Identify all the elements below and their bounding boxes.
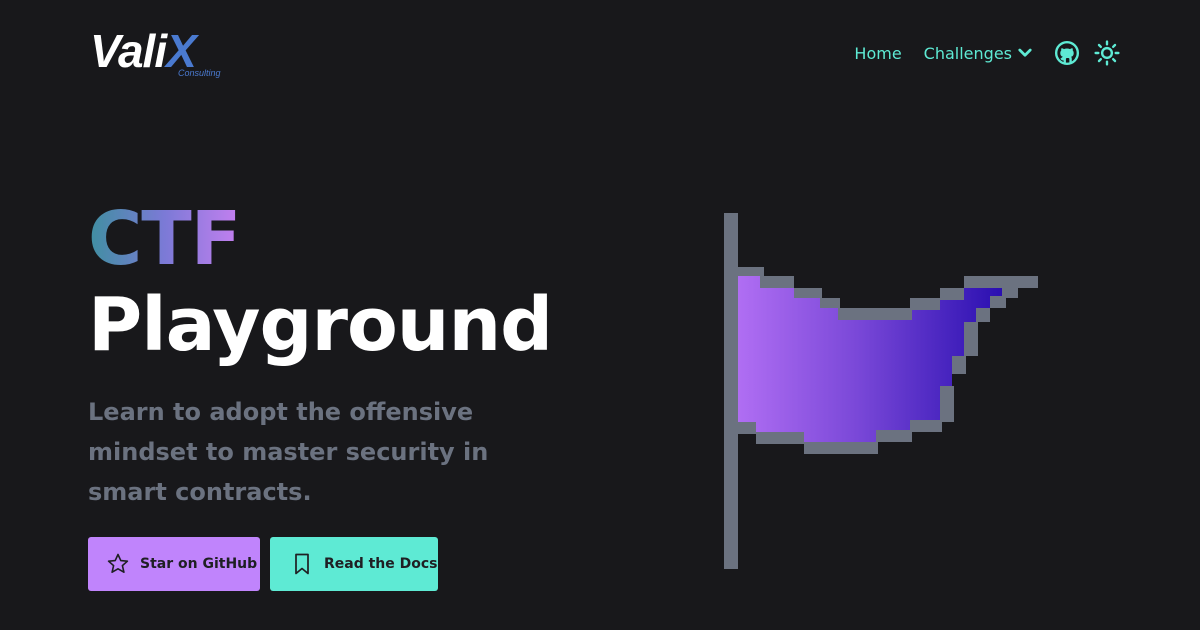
star-icon [107, 553, 129, 573]
github-icon[interactable] [1054, 40, 1080, 66]
read-the-docs-label: Read the Docs [324, 556, 438, 572]
flag-pole [724, 213, 738, 569]
top-nav: Home Challenges [854, 38, 1120, 68]
nav-challenges-label: Challenges [923, 43, 1012, 63]
sun-icon[interactable] [1094, 40, 1120, 66]
hero-title-ctf: CTF [88, 196, 241, 282]
bookmark-icon [295, 553, 309, 575]
nav-challenges-dropdown[interactable]: Challenges [924, 44, 1034, 63]
landing-page: ValiX Consulting Home Challenges CTF Pla… [0, 0, 1200, 630]
hero-subtitle: Learn to adopt the offensive mindset to … [88, 398, 489, 506]
read-the-docs-button[interactable]: Read the Docs [270, 537, 438, 591]
star-on-github-button[interactable]: Star on GitHub [88, 537, 260, 591]
chevron-down-icon [1018, 48, 1032, 57]
brand-logo[interactable]: ValiX Consulting [90, 26, 230, 82]
brand-name: Vali [90, 25, 167, 77]
brand-subtitle: Consulting [178, 68, 221, 78]
star-on-github-label: Star on GitHub [140, 556, 258, 572]
hero-title-playground: Playground [88, 282, 553, 368]
nav-home-link[interactable]: Home [854, 44, 901, 63]
pixel-flag-illustration [724, 213, 1038, 569]
